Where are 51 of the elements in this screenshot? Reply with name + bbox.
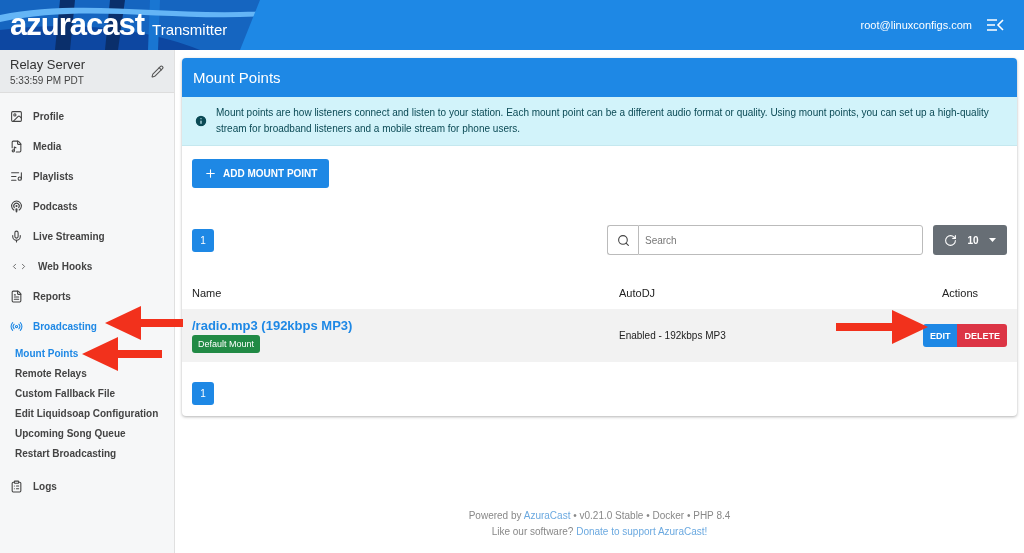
code-icon bbox=[10, 261, 28, 271]
station-name: Relay Server bbox=[10, 56, 87, 72]
footer-donate-text: Like our software? Donate to support AzuraCast! bbox=[491, 526, 708, 537]
broadcast-icon bbox=[10, 319, 23, 333]
info-text: Mount points are how listeners connect and listen to your station. Each mount point can be a different audio format or quality. Using mount points, you can set up a high-quality stream for broadband listeners and a mobile stream for phone users. bbox=[216, 106, 990, 136]
playlist-icon bbox=[10, 169, 23, 183]
sidebar-item[interactable]: Live Streaming bbox=[0, 221, 174, 251]
station-time: 5:33:59 PM PDT bbox=[10, 74, 85, 86]
sidebar-item[interactable]: Logs bbox=[0, 471, 174, 501]
sidebar-subitem[interactable]: Custom Fallback File bbox=[0, 383, 174, 403]
brand-logo[interactable]: azuracast bbox=[10, 7, 145, 43]
picture-icon bbox=[10, 109, 23, 123]
sidebar-item[interactable]: Profile bbox=[0, 101, 174, 131]
podcast-icon bbox=[10, 199, 23, 213]
clipboard-icon bbox=[10, 479, 23, 493]
station-subtitle: Transmitter bbox=[152, 20, 228, 38]
info-icon bbox=[194, 114, 208, 128]
column-header: Actions bbox=[941, 287, 979, 299]
sidebar-item[interactable]: Media bbox=[0, 131, 174, 161]
page-button[interactable]: 1 bbox=[192, 228, 214, 252]
column-header: AutoDJ bbox=[619, 287, 657, 299]
sidebar-item[interactable]: Web Hooks bbox=[0, 251, 174, 281]
report-icon bbox=[10, 289, 23, 303]
microphone-icon bbox=[10, 229, 23, 243]
caret-icon bbox=[988, 238, 996, 242]
user-email[interactable]: root@linuxconfigs.com bbox=[860, 19, 972, 31]
plus-icon bbox=[204, 167, 217, 180]
search-icon[interactable] bbox=[616, 233, 630, 247]
edit-icon[interactable] bbox=[151, 64, 164, 78]
refresh-icon bbox=[944, 233, 958, 247]
sidebar-item[interactable]: Podcasts bbox=[0, 191, 174, 221]
per-page-button[interactable]: 10 bbox=[933, 225, 1007, 255]
card-title: Mount Points bbox=[182, 58, 1017, 97]
sidebar-subitem[interactable]: Restart Broadcasting bbox=[0, 443, 174, 463]
sidebar-item[interactable]: Reports bbox=[0, 281, 174, 311]
page-button[interactable]: 1 bbox=[192, 382, 214, 405]
column-header: Name bbox=[192, 287, 223, 299]
sidebar-subitem[interactable]: Remote Relays bbox=[0, 363, 174, 383]
default-mount-badge: Default Mount bbox=[192, 335, 261, 353]
autodj-cell-text: Enabled - 192kbps MP3 bbox=[619, 330, 727, 341]
edit-button[interactable]: EDIT bbox=[922, 324, 958, 347]
sidebar-subitem[interactable]: Mount Points bbox=[0, 343, 174, 363]
sidebar-subitem[interactable]: Edit Liquidsoap Configuration bbox=[0, 403, 174, 423]
menu-icon[interactable] bbox=[986, 18, 1004, 32]
add-mount-point-button[interactable]: ADD MOUNT POINT bbox=[192, 159, 330, 188]
delete-button[interactable]: DELETE bbox=[957, 324, 1007, 347]
footer-version-text: Powered by AzuraCast • v0.21.0 Stable • Docker • PHP 8.4 bbox=[468, 510, 731, 521]
music-file-icon bbox=[10, 139, 23, 153]
search-field[interactable]: Search bbox=[638, 225, 923, 255]
sidebar-item[interactable]: Playlists bbox=[0, 161, 174, 191]
sidebar-subitem[interactable]: Upcoming Song Queue bbox=[0, 423, 174, 443]
